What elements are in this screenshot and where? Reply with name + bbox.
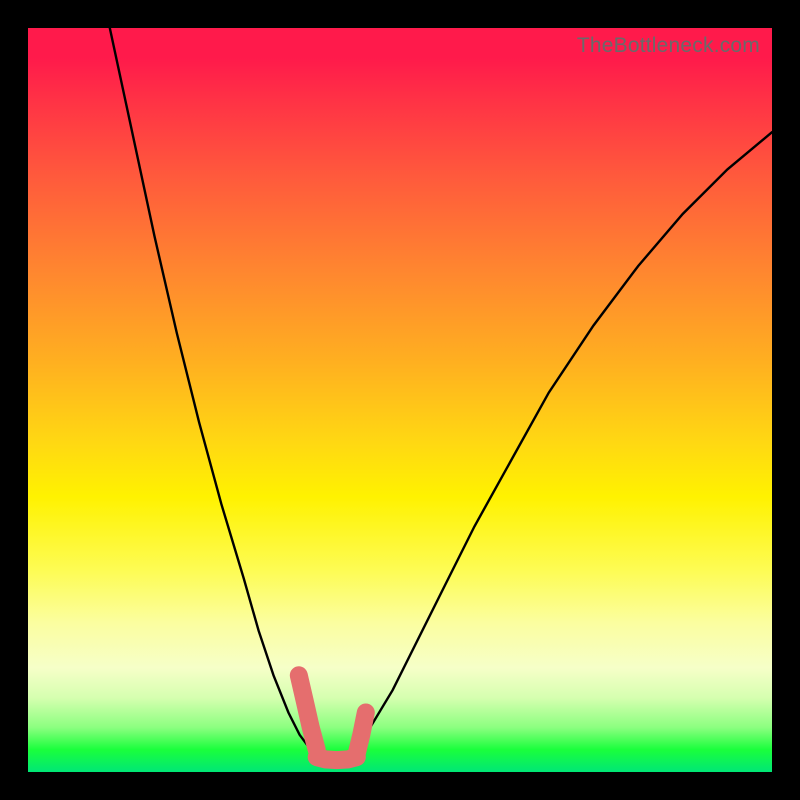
plot-area: TheBottleneck.com: [28, 28, 772, 772]
left-branch-curve: [110, 28, 311, 750]
pink-highlight-right: [357, 713, 366, 754]
chart-svg: [28, 28, 772, 772]
right-branch-curve: [355, 132, 772, 750]
